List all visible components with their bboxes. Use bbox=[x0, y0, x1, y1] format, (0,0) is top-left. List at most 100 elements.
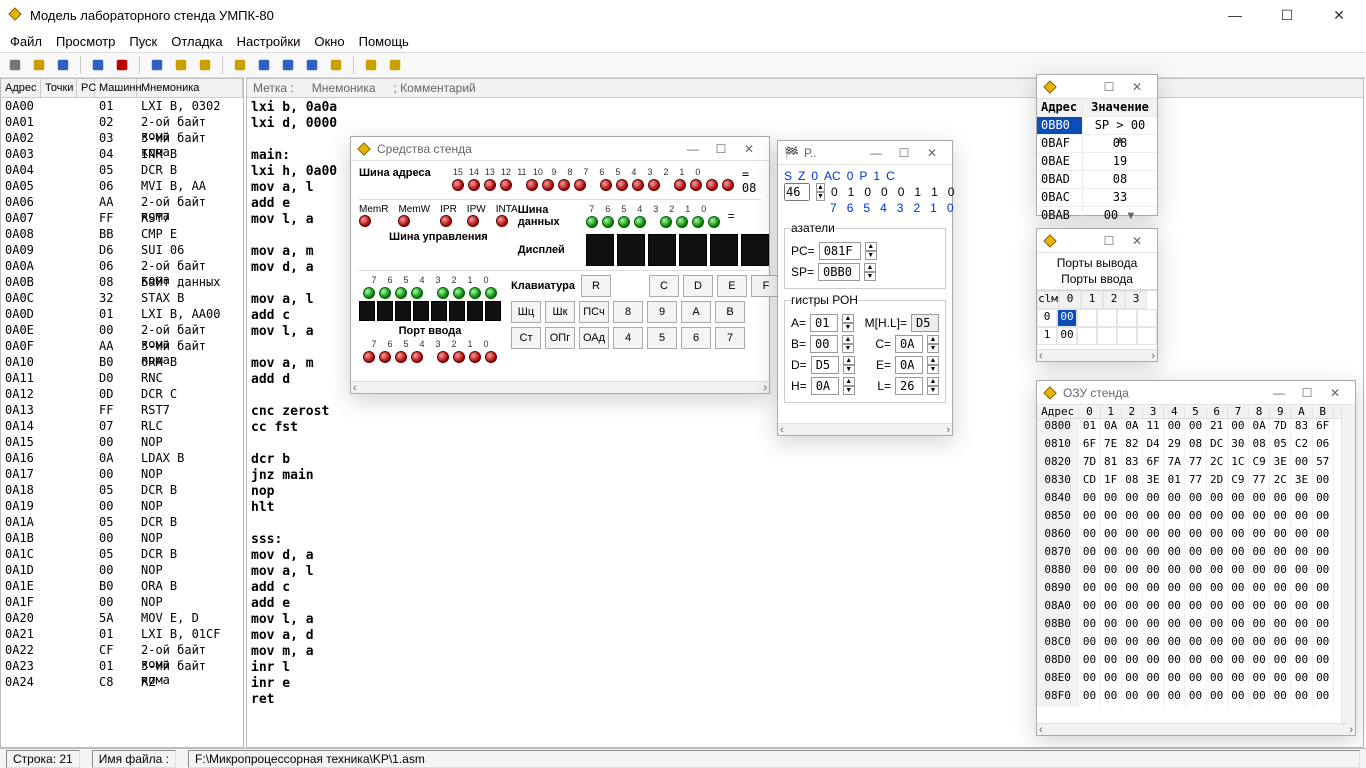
menu-1[interactable]: Просмотр bbox=[56, 34, 115, 49]
keypad-key[interactable]: ПСч bbox=[579, 301, 609, 323]
stack-row[interactable]: 0BAD08 bbox=[1037, 171, 1157, 189]
disasm-row[interactable]: 0A0E002-ой байт кома bbox=[1, 322, 243, 338]
ram-row[interactable]: 08B00000000000000000000000000 bbox=[1037, 617, 1355, 635]
e-input[interactable] bbox=[895, 356, 923, 374]
ram-row[interactable]: 08F00000000000000000000000000 bbox=[1037, 689, 1355, 707]
col-mnemonic[interactable]: Мнемоника bbox=[137, 79, 243, 97]
window-close-button[interactable]: ✕ bbox=[1324, 7, 1354, 24]
lightning-icon[interactable] bbox=[231, 56, 249, 74]
d-input[interactable] bbox=[811, 356, 839, 374]
disasm-row[interactable]: 0A2101LXI B, 01CF bbox=[1, 626, 243, 642]
stand-min[interactable]: — bbox=[679, 142, 707, 156]
ports-tab-out[interactable]: Порты вывода bbox=[1043, 256, 1151, 270]
disasm-row[interactable]: 0A1C05DCR B bbox=[1, 546, 243, 562]
keypad-key[interactable]: 7 bbox=[715, 327, 745, 349]
menu-0[interactable]: Файл bbox=[10, 34, 42, 49]
stand-max[interactable]: ☐ bbox=[707, 142, 735, 156]
ports-hscroll[interactable]: ‹› bbox=[1037, 349, 1157, 361]
col-machine[interactable]: Машинн bbox=[95, 79, 137, 97]
keypad-key[interactable]: Шц bbox=[511, 301, 541, 323]
disasm-row[interactable]: 0A0304INR B bbox=[1, 146, 243, 162]
col-pc[interactable]: PC bbox=[77, 79, 95, 97]
run-icon[interactable] bbox=[303, 56, 321, 74]
keypad-key[interactable]: ОПг bbox=[545, 327, 575, 349]
save-to-board-icon[interactable] bbox=[89, 56, 107, 74]
ram-row[interactable]: 08A00000000000000000000000000 bbox=[1037, 599, 1355, 617]
stack-max[interactable]: ☐ bbox=[1095, 80, 1123, 94]
ram-row[interactable]: 0830CD1F083E01772DC9772C3E000 bbox=[1037, 473, 1355, 491]
keypad-key[interactable]: ОАд bbox=[579, 327, 609, 349]
disasm-row[interactable]: 0A1F00NOP bbox=[1, 594, 243, 610]
help-icon[interactable] bbox=[362, 56, 380, 74]
keypad-key[interactable]: D bbox=[683, 275, 713, 297]
ports-max[interactable]: ☐ bbox=[1095, 234, 1123, 248]
col-bp[interactable]: Точки bbox=[41, 79, 77, 97]
stack-row[interactable]: 0BB0SP > 00 ▲ bbox=[1037, 117, 1157, 135]
disasm-row[interactable]: 0A24C8RZ bbox=[1, 674, 243, 690]
menu-2[interactable]: Пуск bbox=[129, 34, 157, 49]
registers-window[interactable]: 🏁 Р.. — ☐ ✕ SZ0AC0P1C ▲▼ 01000110 765432… bbox=[777, 140, 953, 436]
disasm-row[interactable]: 0A0C32STAX B bbox=[1, 290, 243, 306]
port-cell[interactable]: 00 bbox=[1057, 327, 1077, 345]
keypad-key[interactable]: B bbox=[715, 301, 745, 323]
keypad-key[interactable]: 4 bbox=[613, 327, 643, 349]
freq-input[interactable] bbox=[784, 183, 810, 201]
ram-min[interactable]: — bbox=[1265, 386, 1293, 400]
ram-max[interactable]: ☐ bbox=[1293, 386, 1321, 400]
disasm-row[interactable]: 0A02033-ий байт кома bbox=[1, 130, 243, 146]
port-cell[interactable] bbox=[1137, 327, 1157, 345]
ram-row[interactable]: 08700000000000000000000000000 bbox=[1037, 545, 1355, 563]
step-over-icon[interactable] bbox=[279, 56, 297, 74]
ports-close[interactable]: ✕ bbox=[1123, 234, 1151, 248]
disasm-row[interactable]: 0A1A05DCR B bbox=[1, 514, 243, 530]
open-file-icon[interactable] bbox=[30, 56, 48, 74]
disasm-row[interactable]: 0A01022-ой байт кома bbox=[1, 114, 243, 130]
keypad-key[interactable]: 8 bbox=[613, 301, 643, 323]
disasm-row[interactable]: 0A1805DCR B bbox=[1, 482, 243, 498]
new-file-icon[interactable] bbox=[6, 56, 24, 74]
disasm-row[interactable]: 0A09D6SUI 06 bbox=[1, 242, 243, 258]
disasm-row[interactable]: 0A0D01LXI B, AA00 bbox=[1, 306, 243, 322]
c-input[interactable] bbox=[895, 335, 923, 353]
reg-hscroll[interactable]: ‹› bbox=[778, 423, 952, 435]
highlight-icon[interactable] bbox=[196, 56, 214, 74]
disasm-row[interactable]: 0A22CF2-ой байт кома bbox=[1, 642, 243, 658]
ram-close[interactable]: ✕ bbox=[1321, 386, 1349, 400]
port-cell[interactable] bbox=[1117, 309, 1137, 327]
keypad-key[interactable]: C bbox=[649, 275, 679, 297]
ram-row[interactable]: 08800000000000000000000000000 bbox=[1037, 563, 1355, 581]
disasm-row[interactable]: 0A120DDCR C bbox=[1, 386, 243, 402]
binary-icon[interactable] bbox=[172, 56, 190, 74]
disasm-row[interactable]: 0A160ALDAX B bbox=[1, 450, 243, 466]
keypad-key[interactable]: R bbox=[581, 275, 611, 297]
stack-window[interactable]: ☐ ✕ АдресЗначение0BB0SP > 00 ▲0BAF08 0BA… bbox=[1036, 74, 1158, 216]
disasm-row[interactable]: 0A13FFRST7 bbox=[1, 402, 243, 418]
sp-input[interactable] bbox=[818, 263, 860, 281]
disasm-row[interactable]: 0A10B0ORA B bbox=[1, 354, 243, 370]
freq-down[interactable]: ▼ bbox=[816, 192, 825, 201]
keypad-key[interactable]: Шк bbox=[545, 301, 575, 323]
save-file-icon[interactable] bbox=[54, 56, 72, 74]
window-maximize-button[interactable]: ☐ bbox=[1272, 7, 1302, 24]
stack-close[interactable]: ✕ bbox=[1123, 80, 1151, 94]
port-cell[interactable] bbox=[1077, 309, 1097, 327]
disasm-row[interactable]: 0A1500NOP bbox=[1, 434, 243, 450]
stack-row[interactable]: 0BAE19 bbox=[1037, 153, 1157, 171]
h-input[interactable] bbox=[811, 377, 839, 395]
disasm-row[interactable]: 0A11D0RNC bbox=[1, 370, 243, 386]
keypad-key[interactable]: Ст bbox=[511, 327, 541, 349]
keypad-key[interactable]: 9 bbox=[647, 301, 677, 323]
port-cell[interactable] bbox=[1137, 309, 1157, 327]
disasm-row[interactable]: 0A0FAA3-ий байт кома bbox=[1, 338, 243, 354]
disasm-row[interactable]: 0A0A062-ой байт кома bbox=[1, 258, 243, 274]
disasm-row[interactable]: 0A1D00NOP bbox=[1, 562, 243, 578]
l-input[interactable] bbox=[895, 377, 923, 395]
disasm-row[interactable]: 0A0506MVI B, AA bbox=[1, 178, 243, 194]
col-addr[interactable]: Адрес bbox=[1, 79, 41, 97]
port-cell[interactable] bbox=[1117, 327, 1137, 345]
pc-input[interactable] bbox=[819, 242, 861, 260]
menu-6[interactable]: Помощь bbox=[359, 34, 409, 49]
reset-icon[interactable] bbox=[113, 56, 131, 74]
disasm-row[interactable]: 0A0B08Байт данных bbox=[1, 274, 243, 290]
ram-row[interactable]: 08C00000000000000000000000000 bbox=[1037, 635, 1355, 653]
